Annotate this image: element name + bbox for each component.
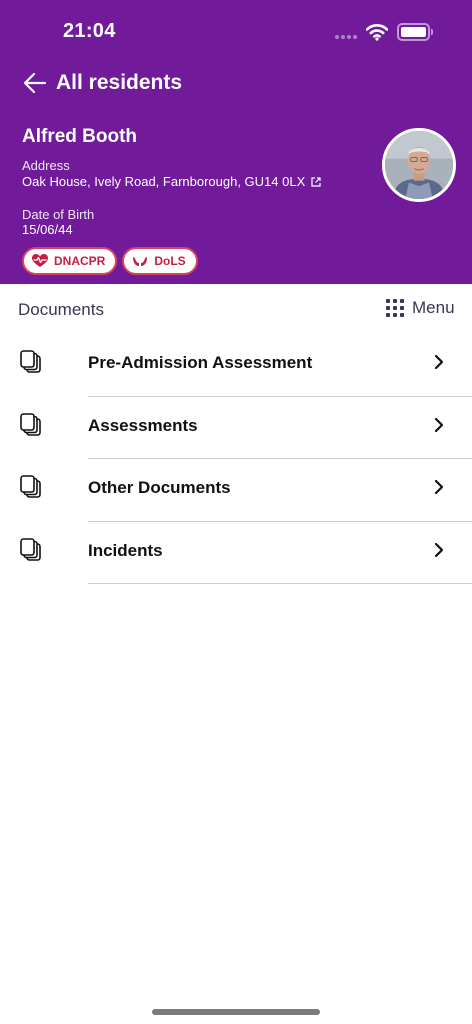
dols-label: DoLS <box>154 254 186 268</box>
grid-icon <box>386 299 404 317</box>
chevron-right-icon <box>434 542 444 557</box>
address-label: Address <box>22 158 70 173</box>
documents-icon <box>20 475 41 498</box>
address-link[interactable]: Oak House, Ively Road, Farnborough, GU14… <box>22 174 321 189</box>
heart-pulse-icon <box>32 254 48 267</box>
dob-value: 15/06/44 <box>22 222 73 237</box>
document-item-pre-admission-assessment[interactable]: Pre-Admission Assessment <box>0 334 472 397</box>
arrow-left-icon <box>23 72 47 94</box>
menu-button[interactable]: Menu <box>386 298 455 318</box>
documents-icon <box>20 412 41 436</box>
menu-label: Menu <box>412 298 455 317</box>
dob-label: Date of Birth <box>22 207 95 222</box>
alert-badges: DNACPR DoLS <box>22 247 198 275</box>
documents-list: Pre-Admission Assessment Assessments Oth… <box>0 334 472 584</box>
chevron-right-icon <box>434 417 444 432</box>
resident-photo <box>385 131 453 199</box>
document-item-label: Incidents <box>88 540 163 560</box>
dols-badge[interactable]: DoLS <box>122 247 198 275</box>
documents-icon <box>20 537 41 561</box>
wifi-icon <box>366 24 388 41</box>
status-time: 21:04 <box>63 20 116 42</box>
document-item-label: Pre-Admission Assessment <box>88 353 313 372</box>
divider <box>88 583 472 584</box>
chevron-right-icon <box>434 354 444 370</box>
address-value: Oak House, Ively Road, Farnborough, GU14… <box>22 174 306 189</box>
documents-title: Documents <box>18 300 104 319</box>
documents-bar: Documents Menu <box>0 284 472 334</box>
resident-header: 21:04 All residents Alfred Booth Address… <box>0 0 472 284</box>
resident-name: Alfred Booth <box>22 126 138 147</box>
signal-icon <box>335 35 357 39</box>
battery-icon <box>397 23 433 41</box>
home-indicator[interactable] <box>152 1009 320 1015</box>
hands-icon <box>133 257 148 266</box>
documents-icon <box>20 350 41 373</box>
back-label: All residents <box>56 71 183 94</box>
document-item-assessments[interactable]: Assessments <box>0 397 472 459</box>
chevron-right-icon <box>434 479 444 495</box>
back-button[interactable]: All residents <box>22 70 182 96</box>
document-item-label: Assessments <box>88 415 198 435</box>
document-item-other-documents[interactable]: Other Documents <box>0 459 472 522</box>
resident-avatar <box>382 128 456 202</box>
external-link-icon <box>311 176 321 187</box>
document-item-incidents[interactable]: Incidents <box>0 522 472 584</box>
document-item-label: Other Documents <box>88 478 231 497</box>
dnacpr-badge[interactable]: DNACPR <box>22 247 118 275</box>
dnacpr-label: DNACPR <box>54 254 106 268</box>
